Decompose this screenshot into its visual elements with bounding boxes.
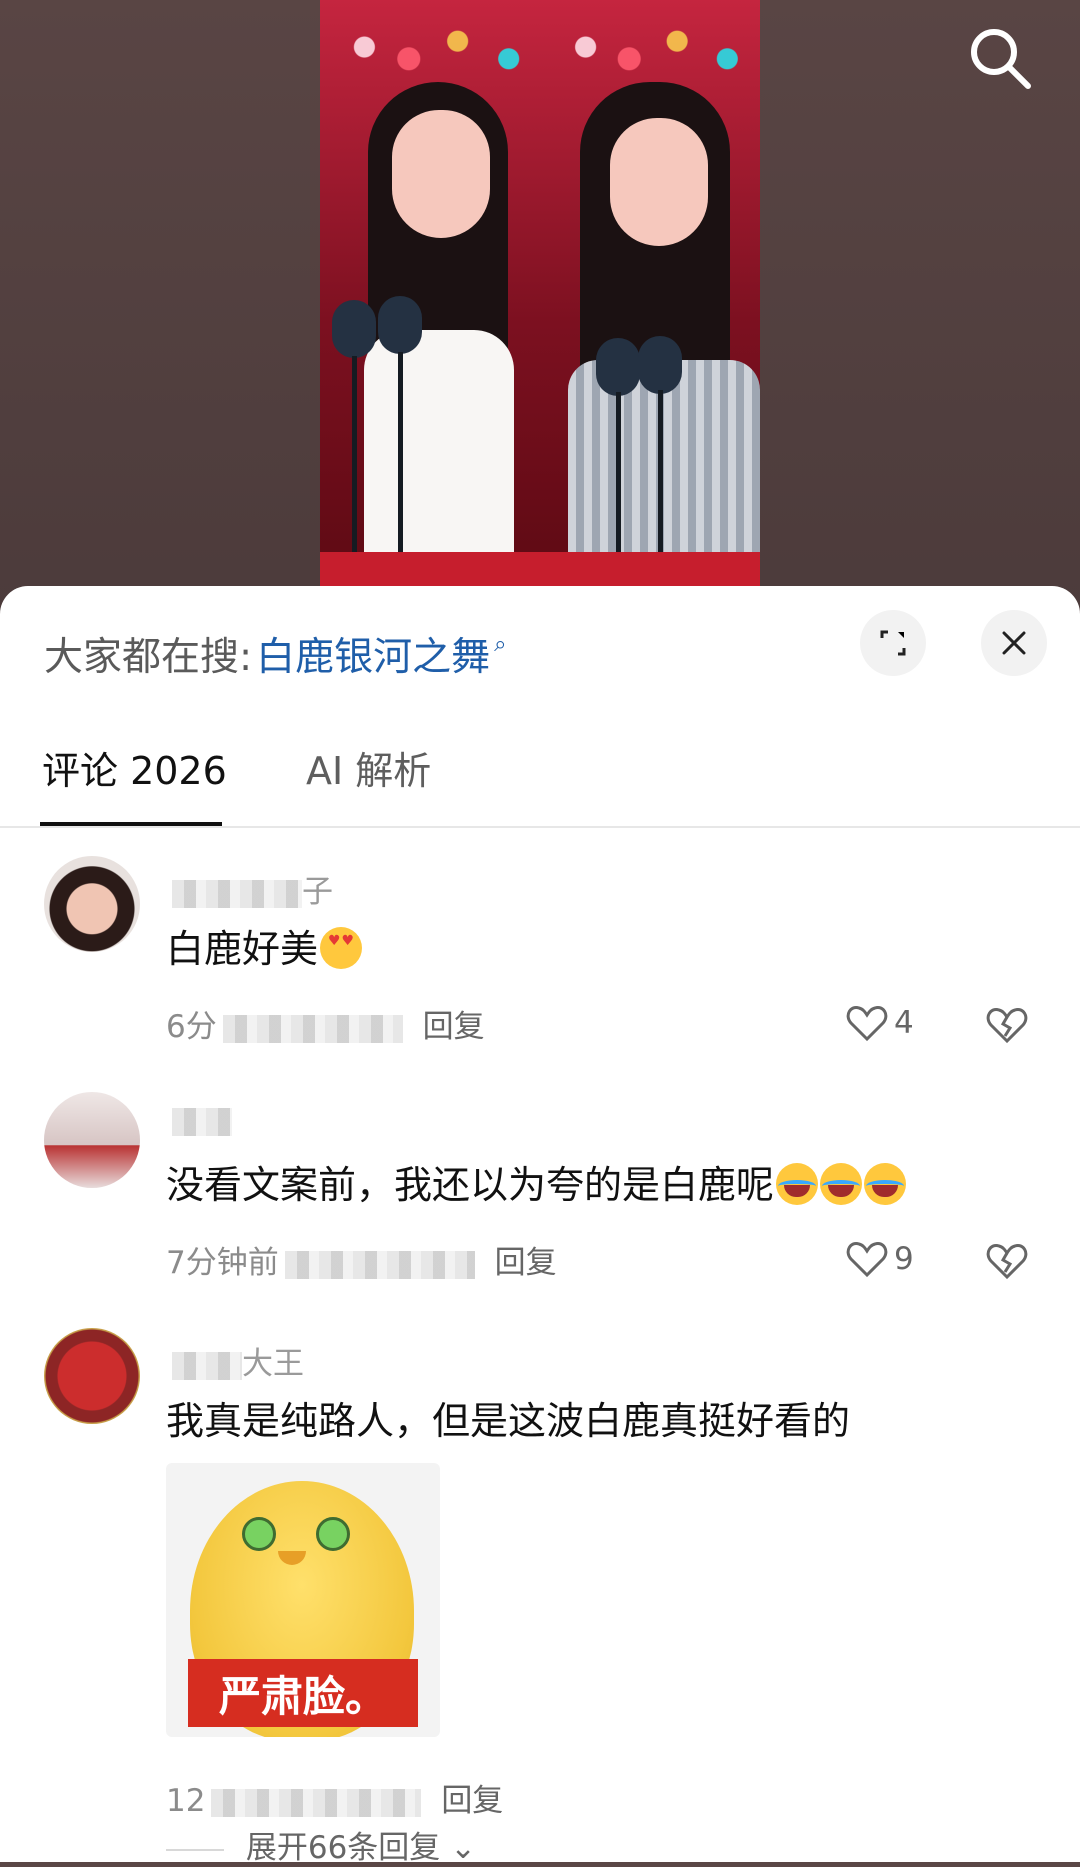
comment-text: 没看文案前，我还以为夸的是白鹿呢	[166, 1154, 907, 1209]
comment-sheet: 大家都在搜: 白鹿银河之舞 ⌕ 评论 2026 AI 解析 子 白鹿好美 6分 …	[0, 586, 1080, 1866]
expand-button[interactable]	[860, 610, 926, 676]
sticker-caption: 严肃脸。	[188, 1659, 418, 1727]
reply-button[interactable]: 回复	[423, 1009, 485, 1045]
comment-username[interactable]: 大王	[172, 1338, 304, 1383]
reply-button[interactable]: 回复	[495, 1245, 557, 1281]
dislike-button[interactable]	[986, 1006, 1028, 1048]
close-button[interactable]	[981, 610, 1047, 676]
comment-text: 我真是纯路人，但是这波白鹿真挺好看的	[166, 1399, 851, 1443]
comment-meta: 6分 回复	[166, 1001, 485, 1046]
comment-time: 12	[166, 1783, 206, 1819]
comment-username[interactable]	[172, 1102, 232, 1138]
video-frame-right	[542, 0, 760, 588]
comment-text-content: 没看文案前，我还以为夸的是白鹿呢	[166, 1163, 775, 1207]
comment-time: 7分钟前	[166, 1245, 279, 1281]
expand-icon	[880, 630, 906, 656]
video-player[interactable]	[0, 0, 1080, 620]
avatar[interactable]	[44, 856, 140, 952]
comment-tabs: 评论 2026 AI 解析	[0, 740, 1080, 812]
laugh-cry-emoji	[820, 1163, 863, 1205]
close-icon	[1002, 631, 1026, 655]
like-count: 4	[894, 1005, 914, 1041]
trending-search-label: 大家都在搜:	[44, 635, 253, 680]
tabs-divider	[0, 826, 1080, 828]
heart-outline-icon	[846, 1241, 888, 1278]
avatar[interactable]	[44, 1328, 140, 1424]
heart-eyes-emoji	[320, 927, 363, 969]
like-button[interactable]: 9	[846, 1240, 914, 1278]
laugh-cry-emoji	[864, 1163, 907, 1205]
like-button[interactable]: 4	[846, 1004, 914, 1042]
tab-comments[interactable]: 评论 2026	[42, 740, 227, 795]
like-count: 9	[894, 1241, 914, 1277]
comment-meta: 12 回复	[166, 1775, 503, 1820]
tab-ai-analysis[interactable]: AI 解析	[306, 740, 431, 795]
chevron-down-icon: ⌄	[450, 1830, 477, 1866]
dislike-button[interactable]	[986, 1242, 1028, 1284]
broken-heart-icon	[986, 1243, 1028, 1280]
video-frame-left	[320, 0, 542, 588]
search-icon[interactable]	[966, 24, 1036, 94]
broken-heart-icon	[986, 1007, 1028, 1044]
trending-search[interactable]: 大家都在搜: 白鹿银河之舞 ⌕	[44, 626, 506, 682]
heart-outline-icon	[846, 1005, 888, 1042]
comment-meta: 7分钟前 回复	[166, 1237, 557, 1282]
comment-username[interactable]: 子	[172, 866, 333, 911]
avatar[interactable]	[44, 1092, 140, 1188]
expand-replies-button[interactable]: 展开66条回复 ⌄	[166, 1822, 476, 1867]
magnifier-icon: ⌕	[494, 631, 507, 657]
comment-sticker-image[interactable]: 严肃脸。	[166, 1463, 440, 1737]
comment-text-content: 白鹿好美	[166, 927, 319, 971]
laugh-cry-emoji	[776, 1163, 819, 1205]
trending-search-query[interactable]: 白鹿银河之舞	[256, 626, 490, 682]
comment-text: 白鹿好美	[166, 918, 363, 973]
expand-replies-label: 展开66条回复	[245, 1830, 441, 1866]
reply-button[interactable]: 回复	[441, 1783, 503, 1819]
comment-time: 6分	[166, 1009, 217, 1045]
